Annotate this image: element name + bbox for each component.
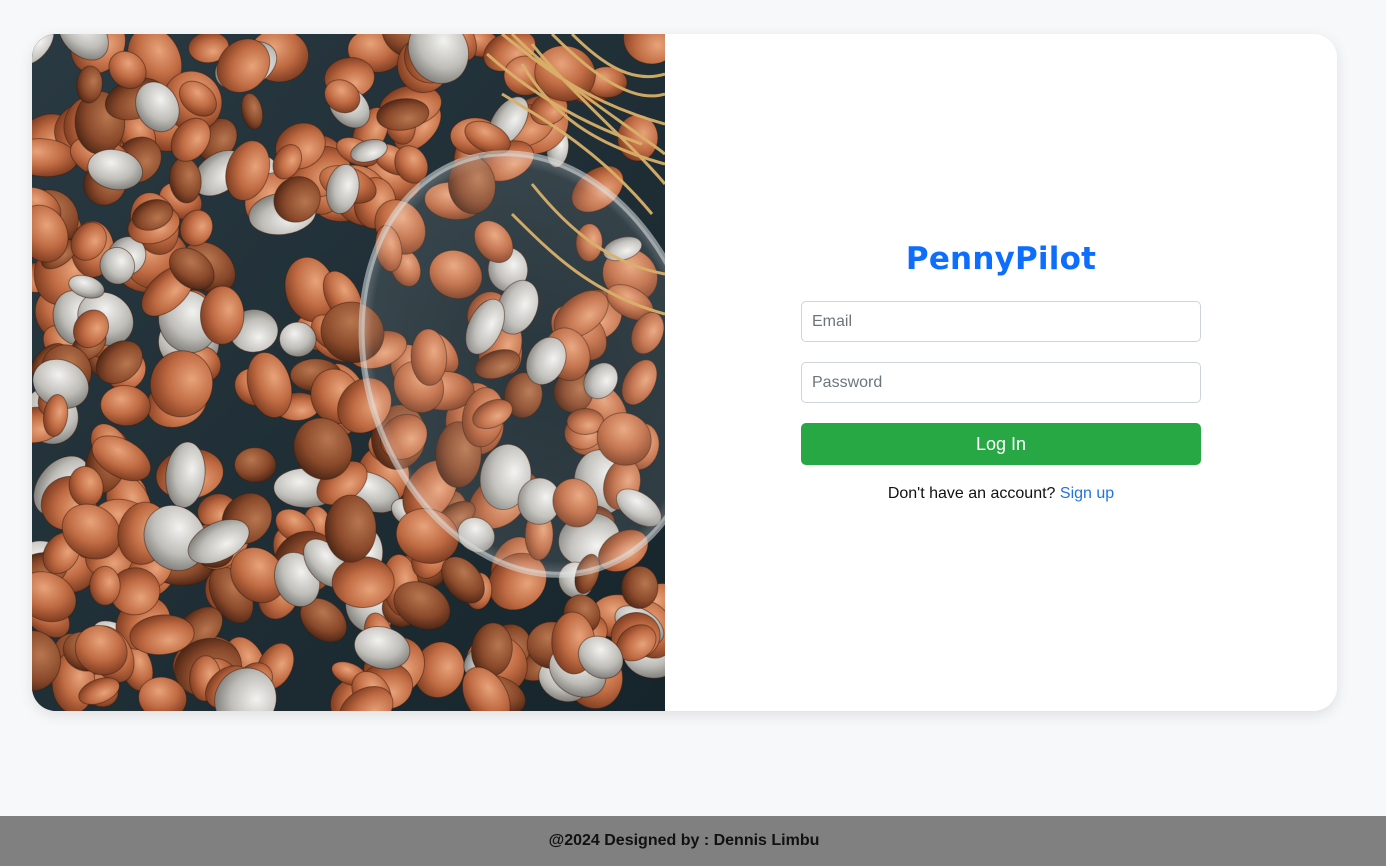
coins-photo-icon (32, 34, 665, 711)
hero-image-coins (32, 34, 665, 711)
footer: @2024 Designed by : Dennis Limbu (0, 816, 1386, 866)
login-card: PennyPilot Log In Don't have an account?… (32, 34, 1337, 711)
email-input[interactable] (801, 301, 1201, 342)
brand-title: PennyPilot (905, 241, 1097, 277)
signup-link[interactable]: Sign up (1060, 485, 1114, 502)
signup-prompt-text: Don't have an account? (887, 485, 1056, 502)
coin-shape (89, 565, 121, 606)
footer-credit: @2024 Designed by : Dennis Limbu (548, 832, 820, 849)
coin-shape (324, 494, 377, 563)
login-button[interactable]: Log In (801, 423, 1201, 465)
coin-shape (199, 285, 245, 345)
password-input[interactable] (801, 362, 1201, 403)
login-form-panel: PennyPilot Log In Don't have an account?… (665, 34, 1337, 711)
login-page: PennyPilot Log In Don't have an account?… (0, 0, 1386, 866)
signup-prompt-row: Don't have an account? Sign up (665, 485, 1337, 503)
